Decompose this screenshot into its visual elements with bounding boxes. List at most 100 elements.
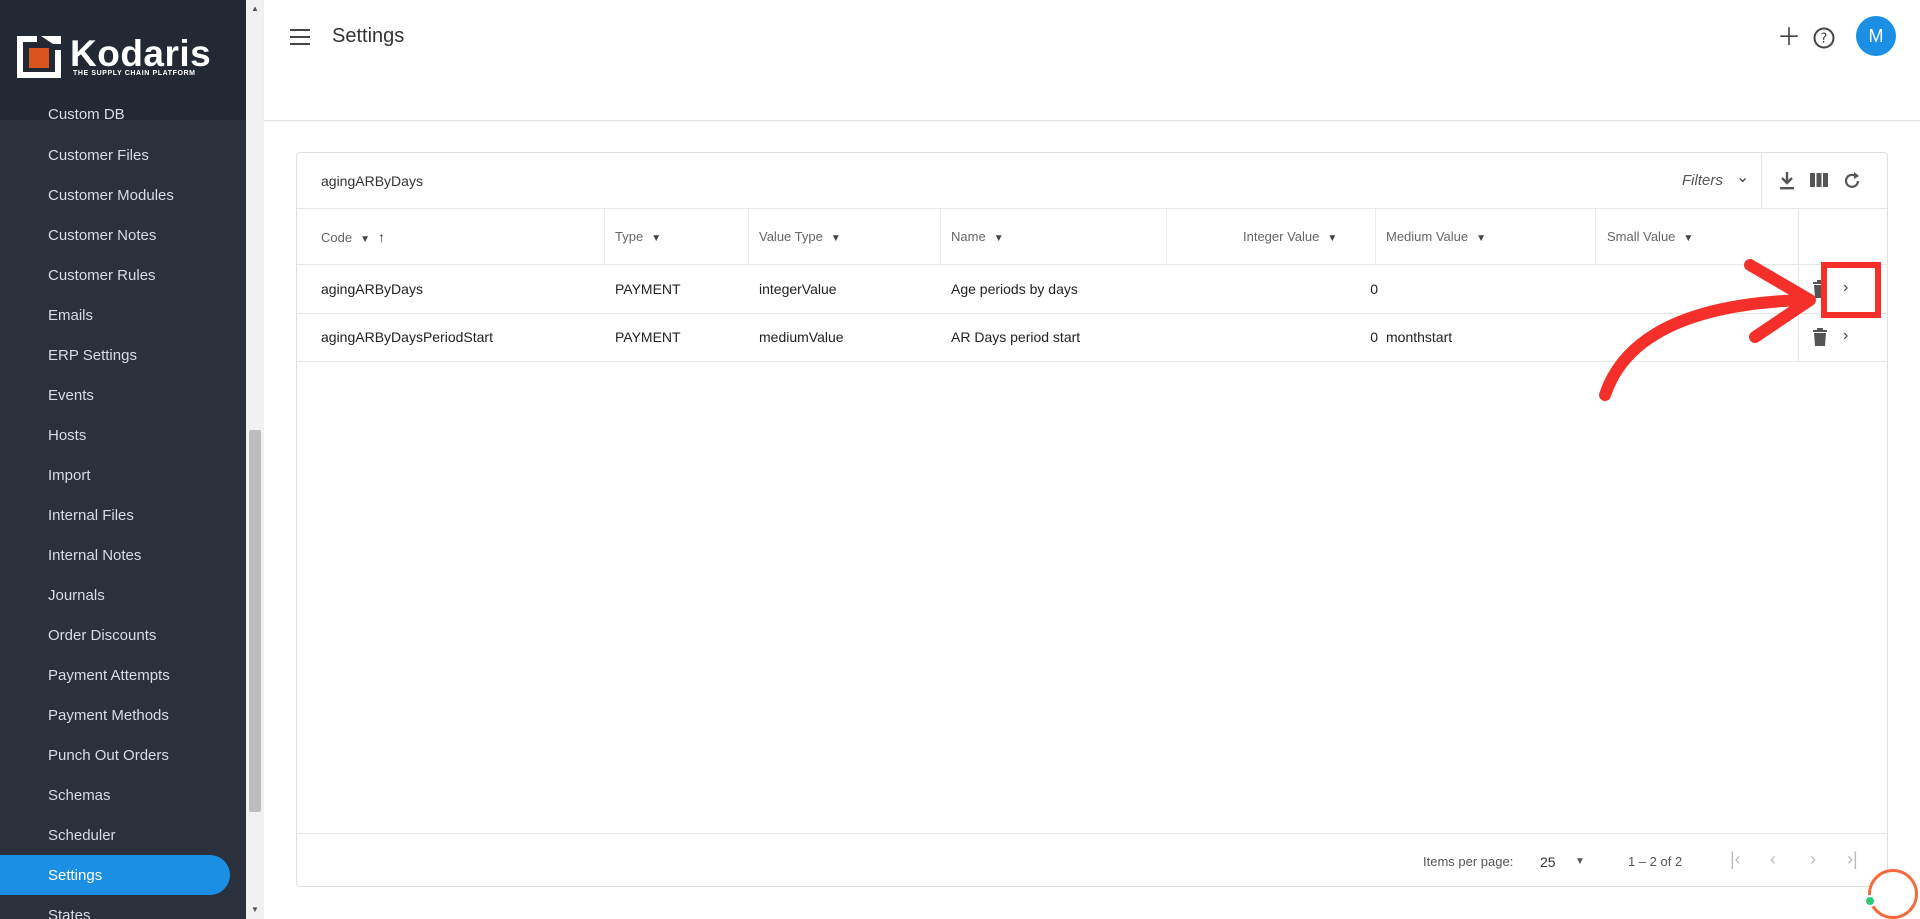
sidebar-item-label: Emails [48,306,94,324]
sidebar-item-label: Custom DB [48,106,125,123]
column-header-integer-value[interactable]: Integer Value ▼ [1243,229,1337,244]
paginator: Items per page: 25 ▼ 1 – 2 of 2 |‹ ‹ › ›… [297,833,1887,888]
columns-icon[interactable] [1809,171,1829,189]
online-status-dot [1864,895,1876,907]
last-page-icon[interactable]: ›| [1847,849,1858,870]
sidebar-item-label: Payment Attempts [48,666,170,684]
sidebar-item-scheduler[interactable]: Scheduler [0,815,246,855]
sidebar-item-label: Internal Files [48,506,134,524]
sidebar-item-journals[interactable]: Journals [0,575,246,615]
items-per-page-label: Items per page: [1423,854,1514,869]
sidebar-item-customer-modules[interactable]: Customer Modules [0,175,246,215]
cell-type: PAYMENT [615,281,681,297]
sidebar-item-label: Events [48,386,94,404]
cell-integer-value: 0 [1370,329,1378,345]
column-divider[interactable] [1375,209,1376,265]
column-header-name[interactable]: Name ▼ [951,229,1004,244]
scroll-down-arrow-icon[interactable]: ▼ [251,905,259,914]
sidebar-item-order-discounts[interactable]: Order Discounts [0,615,246,655]
column-menu-icon: ▼ [1327,233,1338,244]
items-per-page-select[interactable]: 25 [1540,854,1556,870]
top-header: Settings ＋ ? M [264,0,1920,121]
chat-widget-icon[interactable] [1868,869,1918,919]
column-menu-icon: ▼ [830,233,841,244]
sidebar-scrollbar[interactable]: ▲ ▼ [246,0,264,919]
sidebar-item-label: Import [48,466,91,484]
table-toolbar: agingARByDays Filters ⌄ [297,153,1887,209]
sidebar-item-states[interactable]: States [0,895,246,919]
sidebar-item-import[interactable]: Import [0,455,246,495]
cell-integer-value: 0 [1370,281,1378,297]
scrollbar-thumb[interactable] [249,430,261,812]
sidebar-item-label: ERP Settings [48,346,137,364]
avatar[interactable]: M [1856,16,1896,56]
svg-text:?: ? [1821,32,1828,47]
sidebar-item-customer-rules[interactable]: Customer Rules [0,255,246,295]
download-icon[interactable] [1778,171,1796,191]
cell-name: AR Days period start [951,329,1081,345]
sidebar-item-customer-notes[interactable]: Customer Notes [0,215,246,255]
cell-code: agingARByDays [321,281,423,297]
sidebar-item-label: Punch Out Orders [48,746,169,764]
column-header-code[interactable]: Code ▼ ↑ [321,229,385,245]
sidebar-item-emails[interactable]: Emails [0,295,246,335]
sidebar-item-payment-methods[interactable]: Payment Methods [0,695,246,735]
previous-page-icon[interactable]: ‹ [1770,849,1776,870]
column-divider[interactable] [604,209,605,265]
annotation-highlight-box [1821,262,1881,318]
sort-ascending-icon: ↑ [377,229,385,245]
next-page-icon[interactable]: › [1810,849,1816,870]
page-range: 1 – 2 of 2 [1628,854,1683,869]
column-header-medium-value[interactable]: Medium Value ▼ [1386,229,1486,244]
cell-value-type: integerValue [759,281,837,297]
sidebar-item-label: Customer Files [48,146,149,164]
sidebar-item-partial[interactable]: Custom DB [48,102,148,124]
sidebar-item-schemas[interactable]: Schemas [0,775,246,815]
sidebar-item-label: Payment Methods [48,706,169,724]
sidebar-item-internal-notes[interactable]: Internal Notes [0,535,246,575]
sidebar-item-label: Scheduler [48,826,116,844]
menu-icon[interactable] [290,29,310,45]
sidebar-item-punch-out-orders[interactable]: Punch Out Orders [0,735,246,775]
sidebar: Kodaris THE SUPPLY CHAIN PLATFORM Custom… [0,0,246,919]
column-divider[interactable] [748,209,749,265]
sidebar-nav: Customer Files Customer Modules Customer… [0,135,246,919]
sidebar-item-erp-settings[interactable]: ERP Settings [0,335,246,375]
annotation-arrow-icon [1599,259,1816,401]
sidebar-item-label: Internal Notes [48,546,142,564]
cell-value-type: mediumValue [759,329,844,345]
column-menu-icon: ▼ [360,234,370,245]
column-divider[interactable] [1166,209,1167,265]
sidebar-item-label: Order Discounts [48,626,157,644]
first-page-icon[interactable]: |‹ [1730,849,1741,870]
sidebar-item-settings[interactable]: Settings [0,855,230,895]
dropdown-arrow-icon[interactable]: ▼ [1575,856,1585,867]
column-header-small-value[interactable]: Small Value ▼ [1607,229,1693,244]
sidebar-item-label: Settings [48,866,103,884]
sidebar-item-label: Customer Modules [48,186,174,204]
sidebar-item-hosts[interactable]: Hosts [0,415,246,455]
cell-type: PAYMENT [615,329,681,345]
sidebar-item-customer-files[interactable]: Customer Files [0,135,246,175]
cell-name: Age periods by days [951,281,1078,297]
column-divider[interactable] [940,209,941,265]
sidebar-item-label: Customer Rules [48,266,156,284]
search-input[interactable]: agingARByDays [321,173,423,189]
sidebar-item-internal-files[interactable]: Internal Files [0,495,246,535]
sidebar-item-events[interactable]: Events [0,375,246,415]
add-icon[interactable]: ＋ [1777,26,1801,50]
sidebar-item-payment-attempts[interactable]: Payment Attempts [0,655,246,695]
column-menu-icon: ▼ [1476,233,1487,244]
chevron-down-icon[interactable]: ⌄ [1736,167,1749,187]
column-menu-icon: ▼ [993,233,1004,244]
refresh-icon[interactable] [1842,171,1862,191]
help-icon[interactable]: ? [1813,27,1835,49]
kodaris-logo-icon [17,36,61,78]
chevron-right-icon[interactable]: › [1843,327,1848,345]
filters-button[interactable]: Filters [1682,172,1723,189]
sidebar-item-label: States [48,906,91,919]
column-header-type[interactable]: Type ▼ [615,229,661,244]
column-header-value-type[interactable]: Value Type ▼ [759,229,841,244]
scroll-up-arrow-icon[interactable]: ▲ [251,4,259,13]
column-menu-icon: ▼ [651,233,662,244]
